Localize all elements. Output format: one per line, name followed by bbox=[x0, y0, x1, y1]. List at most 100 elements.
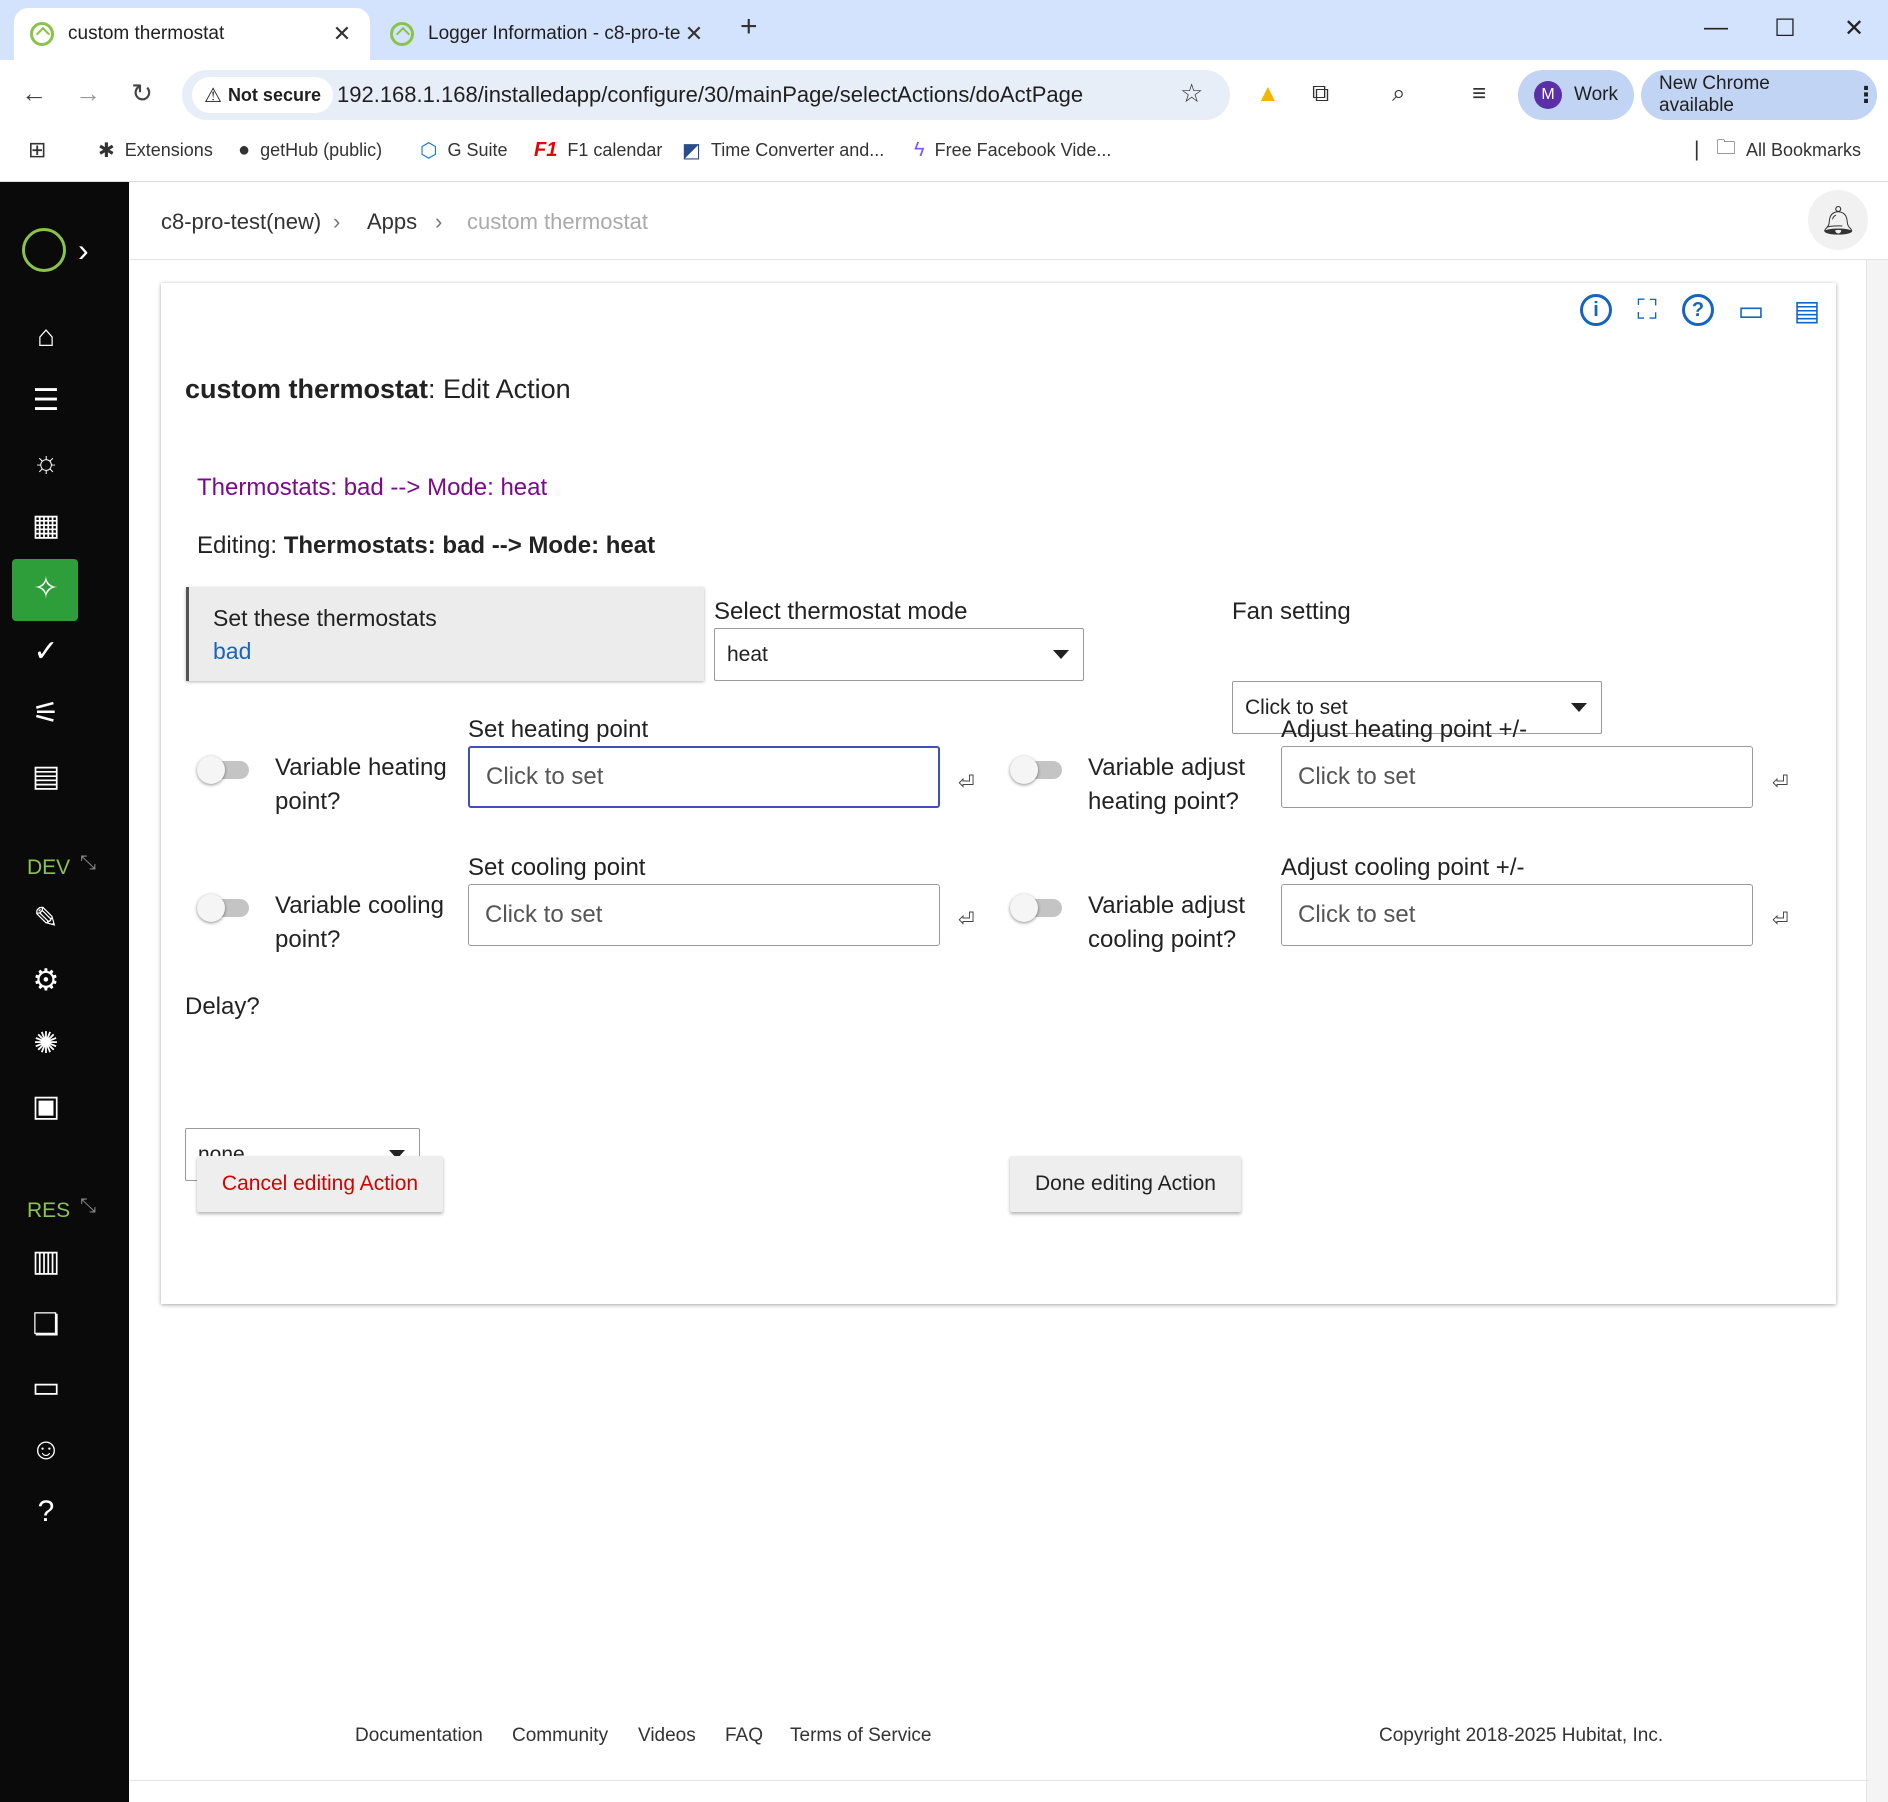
devices-icon[interactable]: ☼ bbox=[24, 441, 68, 485]
notifications-bell-icon[interactable]: 🔔︎ bbox=[1808, 190, 1868, 250]
info-icon[interactable]: i bbox=[1577, 291, 1615, 329]
github-icon: ● bbox=[238, 138, 251, 161]
media-controls-icon[interactable]: ≡ bbox=[1472, 80, 1486, 108]
adjust-cooling-input[interactable]: Click to set bbox=[1281, 884, 1753, 946]
bookmark-label: Extensions bbox=[124, 139, 213, 160]
mode-select[interactable]: heat bbox=[714, 628, 1084, 681]
done-editing-button[interactable]: Done editing Action bbox=[1010, 1156, 1241, 1212]
variable-cooling-label: Variable cooling point? bbox=[275, 892, 444, 953]
set-heating-input[interactable]: Click to set bbox=[468, 746, 940, 808]
bookmark-label: Time Converter and... bbox=[710, 139, 885, 160]
bookmark-github[interactable]: ● getHub (public) bbox=[238, 138, 382, 162]
cancel-editing-button[interactable]: Cancel editing Action bbox=[197, 1156, 443, 1212]
apps-code-icon[interactable]: ✎ bbox=[24, 896, 68, 940]
libraries-icon[interactable]: ✺ bbox=[24, 1021, 68, 1065]
fullscreen-icon[interactable]: ⛶ bbox=[1628, 291, 1666, 329]
bookmark-time-converter[interactable]: ◩ Time Converter and... bbox=[682, 138, 884, 162]
footer-faq-link[interactable]: FAQ bbox=[725, 1725, 763, 1747]
hubitat-favicon-icon bbox=[390, 22, 414, 46]
documentation-icon[interactable]: ▥ bbox=[24, 1239, 68, 1283]
url-text[interactable]: 192.168.1.168/installedapp/configure/30/… bbox=[337, 82, 1083, 108]
breadcrumb-hub[interactable]: c8-pro-test(new) bbox=[161, 209, 321, 235]
minimize-icon[interactable]: — bbox=[1696, 14, 1736, 42]
bookmark-star-icon[interactable]: ☆ bbox=[1180, 78, 1203, 109]
folder-icon: 🗀 bbox=[1716, 137, 1736, 159]
tab-search-icon[interactable]: ⌕ bbox=[1392, 80, 1405, 108]
bookmark-gsuite[interactable]: ⬡ G Suite bbox=[420, 138, 508, 162]
rooms-icon[interactable]: ☰ bbox=[24, 378, 68, 422]
res-section-label: RES bbox=[27, 1199, 71, 1222]
scrollbar[interactable] bbox=[1866, 260, 1888, 1802]
help-icon[interactable]: ? bbox=[1679, 291, 1717, 329]
collapse-res-icon[interactable]: ⤡ bbox=[80, 1195, 96, 1218]
set-cooling-input[interactable]: Click to set bbox=[468, 884, 940, 946]
expand-sidebar-icon[interactable]: › bbox=[78, 232, 89, 269]
apps-icon[interactable]: ✧ bbox=[24, 566, 68, 610]
set-heating-label: Set heating point bbox=[468, 716, 649, 743]
video-icon[interactable]: ▭ bbox=[1732, 291, 1770, 329]
google-drive-icon[interactable]: ▲ bbox=[1256, 80, 1280, 108]
rule-check-icon[interactable]: ✓ bbox=[24, 629, 68, 673]
variable-heating-toggle[interactable] bbox=[197, 756, 251, 784]
footer-videos-link[interactable]: Videos bbox=[638, 1725, 696, 1747]
bookmark-label: F1 calendar bbox=[567, 139, 663, 160]
community-icon[interactable]: ❏ bbox=[24, 1302, 68, 1346]
editing-prefix: Editing: bbox=[197, 532, 284, 559]
dashboards-icon[interactable]: ▦ bbox=[24, 503, 68, 547]
chevron-down-icon bbox=[1053, 650, 1069, 659]
variable-adjust-heating-toggle[interactable] bbox=[1010, 756, 1064, 784]
adjust-heating-label: Adjust heating point +/- bbox=[1281, 716, 1528, 743]
editing-value: Thermostats: bad --> Mode: heat bbox=[283, 532, 656, 559]
profile-button[interactable]: M Work bbox=[1518, 70, 1634, 120]
new-tab-icon[interactable]: + bbox=[740, 10, 758, 44]
bookmark-f1[interactable]: F1 F1 calendar bbox=[534, 138, 662, 162]
browser-tab-active[interactable]: custom thermostat ✕ bbox=[14, 8, 370, 60]
videos-icon[interactable]: ▭ bbox=[24, 1365, 68, 1409]
browser-tab[interactable]: Logger Information - c8-pro-te ✕ bbox=[374, 8, 722, 60]
maximize-icon[interactable]: ☐ bbox=[1765, 14, 1805, 43]
support-icon[interactable]: ? bbox=[24, 1490, 68, 1534]
dev-section-label: DEV bbox=[27, 856, 71, 879]
variable-cooling-toggle[interactable] bbox=[197, 894, 251, 922]
all-bookmarks[interactable]: 🗀 All Bookmarks bbox=[1716, 137, 1861, 162]
collapse-dev-icon[interactable]: ⤡ bbox=[80, 852, 96, 875]
chevron-down-icon bbox=[1571, 703, 1587, 712]
adjust-cooling-label: Adjust cooling point +/- bbox=[1281, 854, 1525, 881]
bundles-icon[interactable]: ▣ bbox=[24, 1084, 68, 1128]
profile-label: Work bbox=[1574, 84, 1618, 105]
variable-adjust-cooling-toggle[interactable] bbox=[1010, 894, 1064, 922]
enter-icon[interactable]: ⏎ bbox=[1772, 770, 1789, 795]
bot-icon[interactable]: ☺ bbox=[24, 1428, 68, 1472]
breadcrumb-apps[interactable]: Apps bbox=[367, 209, 417, 235]
window-close-icon[interactable]: ✕ bbox=[1834, 14, 1874, 43]
f1-icon: F1 bbox=[534, 138, 558, 161]
footer-documentation-link[interactable]: Documentation bbox=[355, 1725, 483, 1747]
forward-icon[interactable]: → bbox=[70, 78, 106, 109]
logs-icon[interactable]: ▤ bbox=[24, 754, 68, 798]
hubitat-logo-icon[interactable] bbox=[22, 228, 66, 272]
enter-icon[interactable]: ⏎ bbox=[958, 907, 975, 932]
reload-icon[interactable]: ↻ bbox=[124, 78, 160, 109]
adjust-heating-input[interactable]: Click to set bbox=[1281, 746, 1753, 808]
drivers-code-icon[interactable]: ⚙ bbox=[24, 958, 68, 1002]
apps-grid-icon[interactable]: ⊞ bbox=[28, 137, 46, 162]
tab-close-icon[interactable]: ✕ bbox=[682, 21, 706, 47]
enter-icon[interactable]: ⏎ bbox=[1772, 907, 1789, 932]
tab-label: custom thermostat bbox=[68, 23, 225, 44]
app-info-icon[interactable]: ▤ bbox=[1788, 291, 1826, 329]
not-secure-chip[interactable]: ⚠ Not secure bbox=[192, 77, 333, 113]
back-icon[interactable]: ← bbox=[16, 78, 52, 109]
settings-sliders-icon[interactable]: ⚟ bbox=[24, 691, 68, 735]
bookmark-facebook-video[interactable]: ϟ Free Facebook Vide... bbox=[914, 138, 1111, 162]
extensions-puzzle-icon[interactable]: ⧉ bbox=[1312, 80, 1329, 108]
chrome-update-button[interactable]: New Chrome available ⋮ bbox=[1641, 70, 1877, 120]
divider: | bbox=[1694, 138, 1700, 161]
breadcrumb-separator-icon: › bbox=[333, 209, 341, 234]
footer-community-link[interactable]: Community bbox=[512, 1725, 608, 1747]
home-icon[interactable]: ⌂ bbox=[24, 315, 68, 359]
enter-icon[interactable]: ⏎ bbox=[958, 770, 975, 795]
footer-terms-link[interactable]: Terms of Service bbox=[790, 1725, 931, 1747]
bookmark-extensions[interactable]: ✱ Extensions bbox=[98, 138, 213, 162]
select-thermostats-button[interactable]: Set these thermostats bad bbox=[186, 587, 704, 681]
tab-close-icon[interactable]: ✕ bbox=[330, 21, 354, 47]
